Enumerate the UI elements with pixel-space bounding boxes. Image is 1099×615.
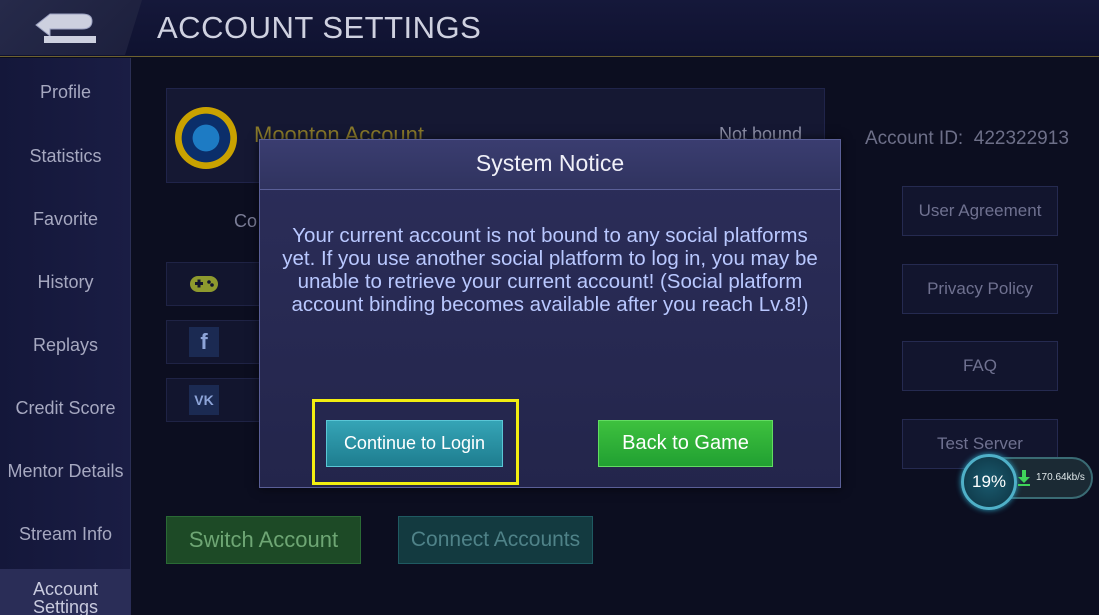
back-button[interactable] bbox=[0, 0, 142, 55]
vk-icon: VK bbox=[189, 385, 219, 415]
sidebar-item-credit-score[interactable]: Credit Score bbox=[0, 398, 131, 419]
sidebar-item-mentor-details[interactable]: Mentor Details bbox=[0, 461, 131, 482]
account-id-label: Account ID: bbox=[865, 128, 964, 149]
continue-to-login-button[interactable]: Continue to Login bbox=[326, 420, 503, 467]
dialog-title: System Notice bbox=[260, 140, 840, 190]
sidebar-item-profile[interactable]: Profile bbox=[0, 82, 131, 103]
dialog-message: Your current account is not bound to any… bbox=[282, 224, 818, 316]
sidebar-item-favorite[interactable]: Favorite bbox=[0, 209, 131, 230]
sidebar-item-account-settings[interactable]: Account Settings bbox=[0, 569, 131, 615]
account-id: Account ID: 422322913 bbox=[865, 128, 1069, 150]
header-bar: ACCOUNT SETTINGS bbox=[0, 0, 1099, 57]
faq-button[interactable]: FAQ bbox=[902, 341, 1058, 391]
back-arrow-icon bbox=[35, 13, 96, 43]
sidebar-item-replays[interactable]: Replays bbox=[0, 335, 131, 356]
connect-heading: Co bbox=[234, 211, 258, 231]
gamepad-icon bbox=[189, 269, 219, 299]
sidebar-item-history[interactable]: History bbox=[0, 272, 131, 293]
facebook-icon: f bbox=[189, 327, 219, 357]
back-to-game-button[interactable]: Back to Game bbox=[598, 420, 773, 467]
sidebar-item-stream-info[interactable]: Stream Info bbox=[0, 524, 131, 545]
download-progress: 19% bbox=[961, 454, 1017, 510]
sidebar-item-statistics[interactable]: Statistics bbox=[0, 146, 131, 167]
download-speed: 170.64kb/s bbox=[1036, 472, 1085, 483]
moonton-logo bbox=[175, 107, 237, 169]
download-arrow-icon bbox=[1018, 470, 1030, 486]
page-title: ACCOUNT SETTINGS bbox=[157, 10, 482, 45]
switch-account-button[interactable]: Switch Account bbox=[166, 516, 361, 564]
privacy-policy-button[interactable]: Privacy Policy bbox=[902, 264, 1058, 314]
account-id-value: 422322913 bbox=[973, 128, 1069, 149]
user-agreement-button[interactable]: User Agreement bbox=[902, 186, 1058, 236]
connect-accounts-button[interactable]: Connect Accounts bbox=[398, 516, 593, 564]
